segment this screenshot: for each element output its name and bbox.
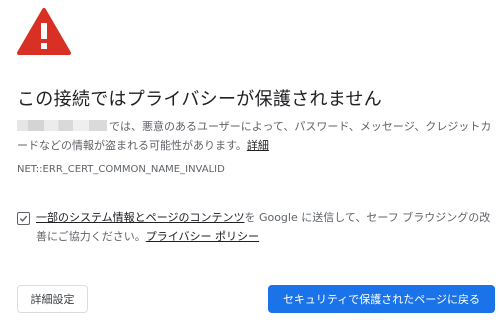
page-title: この接続ではプライバシーが保護されません [17, 89, 383, 110]
checkmark-icon [19, 215, 28, 222]
privacy-policy-link[interactable]: プライバシー ポリシー [146, 230, 259, 243]
blurred-hostname [17, 120, 107, 131]
advanced-button[interactable]: 詳細設定 [17, 285, 88, 313]
safe-browsing-optin-checkbox[interactable] [17, 212, 30, 225]
error-code: NET::ERR_CERT_COMMON_NAME_INVALID [17, 164, 225, 175]
safe-browsing-optin-text: 一部のシステム情報とページのコンテンツを Google に送信して、セーフ ブラ… [36, 208, 494, 246]
back-to-safety-button[interactable]: セキュリティで保護されたページに戻る [268, 285, 495, 313]
error-description: では、悪意のあるユーザーによって、パスワード、メッセージ、クレジットカードなどの… [17, 117, 495, 155]
system-info-link[interactable]: 一部のシステム情報とページのコンテンツ [36, 211, 244, 224]
details-link[interactable]: 詳細 [247, 139, 269, 152]
warning-triangle-icon [17, 8, 71, 55]
